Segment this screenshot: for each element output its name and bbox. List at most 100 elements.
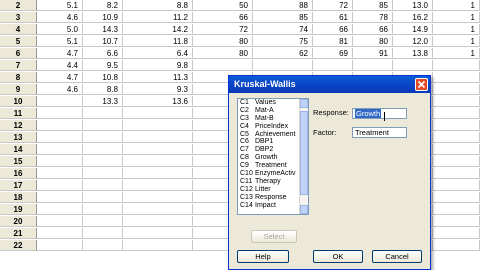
worksheet-cell[interactable]: 69 (313, 48, 353, 59)
cancel-button[interactable]: Cancel (372, 250, 422, 263)
worksheet-cell[interactable]: 72 (193, 24, 253, 35)
worksheet-cell[interactable] (433, 132, 480, 143)
row-header[interactable]: 21 (0, 228, 37, 239)
worksheet-cell[interactable]: 8.8 (123, 0, 193, 11)
worksheet-cell[interactable] (83, 228, 123, 239)
column-list-item[interactable]: C2 Mat-A (238, 107, 308, 115)
worksheet-cell[interactable]: 9.3 (123, 84, 193, 95)
worksheet-cell[interactable] (313, 60, 353, 71)
row-header[interactable]: 5 (0, 36, 37, 47)
worksheet-cell[interactable]: 62 (253, 48, 313, 59)
worksheet-cell[interactable]: 14.9 (393, 24, 433, 35)
worksheet-cell[interactable]: 13.6 (123, 96, 193, 107)
worksheet-cell[interactable]: 72 (313, 0, 353, 11)
worksheet-cell[interactable] (123, 192, 193, 203)
worksheet-cell[interactable]: 13.0 (393, 0, 433, 11)
worksheet-cell[interactable]: 85 (353, 0, 393, 11)
column-list-item[interactable]: C11 Therapy (238, 178, 308, 186)
worksheet-cell[interactable] (193, 60, 253, 71)
worksheet-cell[interactable]: 8.2 (83, 0, 123, 11)
worksheet-cell[interactable]: 91 (353, 48, 393, 59)
worksheet-cell[interactable] (433, 120, 480, 131)
worksheet-cell[interactable]: 81 (313, 36, 353, 47)
row-header[interactable]: 20 (0, 216, 37, 227)
worksheet-cell[interactable]: 1 (433, 48, 480, 59)
worksheet-cell[interactable]: 66 (313, 24, 353, 35)
worksheet-cell[interactable]: 75 (253, 36, 313, 47)
worksheet-cell[interactable] (37, 144, 83, 155)
select-button[interactable]: Select (251, 230, 297, 243)
worksheet-cell[interactable]: 9.8 (123, 60, 193, 71)
worksheet-cell[interactable]: 8.8 (83, 84, 123, 95)
worksheet-cell[interactable]: 10.7 (83, 36, 123, 47)
dialog-titlebar[interactable]: Kruskal-Wallis (229, 76, 430, 93)
row-header[interactable]: 7 (0, 60, 37, 71)
worksheet-cell[interactable] (123, 156, 193, 167)
listbox-scrollbar[interactable] (299, 99, 308, 214)
worksheet-cell[interactable] (37, 156, 83, 167)
worksheet-cell[interactable]: 5.1 (37, 36, 83, 47)
column-list-item[interactable]: C8 Growth (238, 154, 308, 162)
row-header[interactable]: 15 (0, 156, 37, 167)
worksheet-cell[interactable]: 80 (353, 36, 393, 47)
worksheet-cell[interactable]: 5.1 (37, 0, 83, 11)
worksheet-cell[interactable]: 10.8 (83, 72, 123, 83)
worksheet-cell[interactable] (83, 132, 123, 143)
worksheet-cell[interactable] (433, 96, 480, 107)
worksheet-cell[interactable]: 61 (313, 12, 353, 23)
close-button[interactable] (415, 78, 428, 91)
column-list-item[interactable]: C6 DBP1 (238, 138, 308, 146)
worksheet-cell[interactable] (37, 132, 83, 143)
row-header[interactable]: 11 (0, 108, 37, 119)
row-header[interactable]: 10 (0, 96, 37, 107)
column-list-item[interactable]: C9 Treatment (238, 162, 308, 170)
worksheet-cell[interactable] (83, 204, 123, 215)
worksheet-cell[interactable]: 4.6 (37, 12, 83, 23)
row-header[interactable]: 13 (0, 132, 37, 143)
worksheet-cell[interactable]: 13.8 (393, 48, 433, 59)
column-list-item[interactable]: C14 Impact (238, 202, 308, 210)
worksheet-cell[interactable] (83, 180, 123, 191)
worksheet-cell[interactable] (433, 168, 480, 179)
column-list-item[interactable]: C13 Response (238, 194, 308, 202)
worksheet-cell[interactable]: 5.0 (37, 24, 83, 35)
worksheet-cell[interactable]: 80 (193, 48, 253, 59)
worksheet-cell[interactable]: 50 (193, 0, 253, 11)
worksheet-cell[interactable]: 14.3 (83, 24, 123, 35)
worksheet-cell[interactable]: 11.3 (123, 72, 193, 83)
worksheet-cell[interactable]: 12.0 (393, 36, 433, 47)
factor-input[interactable]: Treatment (352, 127, 407, 138)
worksheet-cell[interactable]: 11.8 (123, 36, 193, 47)
worksheet-cell[interactable] (37, 216, 83, 227)
worksheet-cell[interactable] (37, 180, 83, 191)
row-header[interactable]: 16 (0, 168, 37, 179)
worksheet-cell[interactable] (37, 204, 83, 215)
worksheet-cell[interactable]: 6.4 (123, 48, 193, 59)
worksheet-cell[interactable] (433, 60, 480, 71)
worksheet-cell[interactable]: 4.7 (37, 48, 83, 59)
worksheet-cell[interactable]: 6.6 (83, 48, 123, 59)
column-list-item[interactable]: C1 Values (238, 99, 308, 107)
worksheet-cell[interactable] (433, 72, 480, 83)
scroll-up-arrow-icon[interactable] (300, 99, 308, 108)
worksheet-cell[interactable]: 1 (433, 0, 480, 11)
scroll-thumb[interactable] (300, 111, 308, 195)
row-header[interactable]: 6 (0, 48, 37, 59)
worksheet-cell[interactable]: 10.9 (83, 12, 123, 23)
worksheet-cell[interactable] (123, 120, 193, 131)
worksheet-cell[interactable]: 4.7 (37, 72, 83, 83)
worksheet-cell[interactable] (433, 240, 480, 251)
worksheet-cell[interactable] (83, 168, 123, 179)
worksheet-cell[interactable] (123, 144, 193, 155)
row-header[interactable]: 17 (0, 180, 37, 191)
column-list-item[interactable]: C4 PriceIndex (238, 123, 308, 131)
worksheet-cell[interactable] (433, 84, 480, 95)
worksheet-cell[interactable]: 74 (253, 24, 313, 35)
worksheet-cell[interactable] (433, 204, 480, 215)
worksheet-cell[interactable]: 14.2 (123, 24, 193, 35)
worksheet-cell[interactable] (123, 168, 193, 179)
column-list-item[interactable]: C3 Mat-B (238, 115, 308, 123)
worksheet-cell[interactable] (433, 144, 480, 155)
worksheet-cell[interactable] (433, 108, 480, 119)
worksheet-cell[interactable]: 16.2 (393, 12, 433, 23)
